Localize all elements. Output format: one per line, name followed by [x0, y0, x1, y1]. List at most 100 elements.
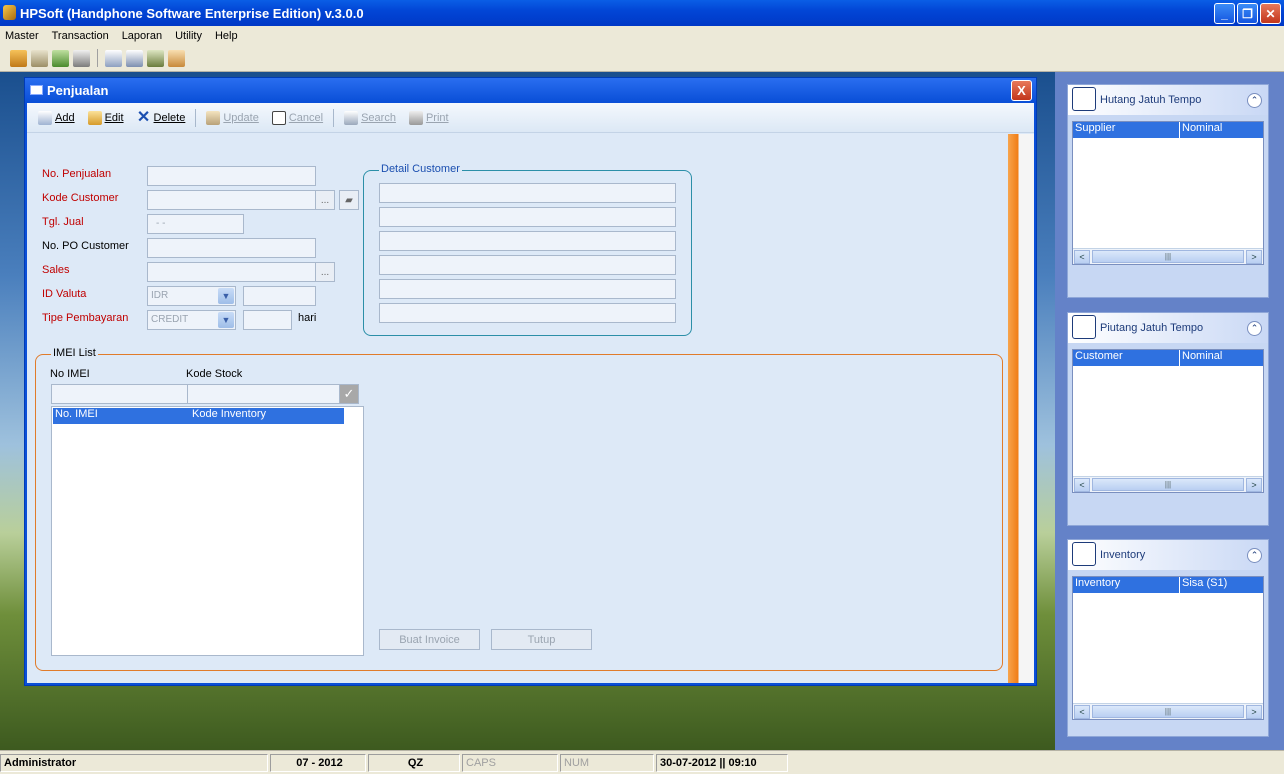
toolbar-separator — [195, 108, 197, 127]
print-button[interactable]: Print — [404, 107, 454, 129]
tipe-pembayaran-select[interactable]: CREDIT ▼ — [147, 310, 236, 330]
detail-customer-line-3[interactable] — [379, 231, 676, 251]
picture-icon[interactable] — [52, 49, 69, 67]
hand-icon[interactable] — [10, 49, 27, 67]
imei-grid[interactable]: No. IMEI Kode Inventory — [51, 406, 364, 656]
no-imei-input[interactable] — [51, 384, 188, 404]
col-nominal[interactable]: Nominal — [1180, 350, 1263, 366]
col-nominal[interactable]: Nominal — [1180, 122, 1263, 138]
id-valuta-label: ID Valuta — [42, 288, 87, 300]
scroll-thumb[interactable]: ||| — [1092, 478, 1244, 491]
kode-customer-input[interactable] — [147, 190, 316, 210]
search-button[interactable]: Search — [339, 107, 401, 129]
hutang-list[interactable]: Supplier Nominal < ||| > — [1072, 121, 1264, 265]
horizontal-scrollbar[interactable]: < ||| > — [1073, 703, 1263, 719]
scroll-thumb[interactable]: ||| — [1092, 250, 1244, 263]
no-imei-label: No IMEI — [50, 368, 90, 380]
detail-customer-line-6[interactable] — [379, 303, 676, 323]
minimize-button[interactable]: _ — [1214, 3, 1235, 24]
customer-folder-icon[interactable]: ▰ — [339, 190, 359, 210]
scroll-right-icon[interactable]: > — [1246, 250, 1262, 264]
kurs-input[interactable] — [243, 286, 316, 306]
scroll-right-icon[interactable]: > — [1246, 705, 1262, 719]
scroll-right-icon[interactable]: > — [1246, 478, 1262, 492]
detail-customer-line-5[interactable] — [379, 279, 676, 299]
panel-header: Hutang Jatuh Tempo ⌃ — [1068, 85, 1268, 115]
sales-lookup-button[interactable]: ... — [315, 262, 335, 282]
hari-input[interactable] — [243, 310, 292, 330]
col-customer[interactable]: Customer — [1073, 350, 1180, 366]
hutang-jatuh-tempo-panel: Hutang Jatuh Tempo ⌃ Supplier Nominal < ||… — [1067, 84, 1269, 298]
status-caps: CAPS — [462, 753, 558, 772]
inventory-list[interactable]: Inventory Sisa (S1) < ||| > — [1072, 576, 1264, 720]
restore-button[interactable]: ❐ — [1237, 3, 1258, 24]
col-no-imei[interactable]: No. IMEI — [53, 408, 190, 424]
no-penjualan-input[interactable] — [147, 166, 316, 186]
sales-input[interactable] — [147, 262, 316, 282]
scroll-left-icon[interactable]: < — [1074, 250, 1090, 264]
detail-customer-line-2[interactable] — [379, 207, 676, 227]
buat-invoice-button[interactable]: Buat Invoice — [379, 629, 480, 650]
col-inventory[interactable]: Inventory — [1073, 577, 1180, 593]
menu-transaction[interactable]: Transaction — [52, 30, 116, 42]
col-sisa[interactable]: Sisa (S1) — [1180, 577, 1263, 593]
penjualan-window: Penjualan X Add Edit ✕ Delete Update Can… — [24, 77, 1037, 686]
close-app-button[interactable]: ✕ — [1260, 3, 1281, 24]
window-body: Add Edit ✕ Delete Update Cancel Search P… — [27, 103, 1034, 683]
status-datetime: 30-07-2012 || 09:10 — [656, 753, 788, 772]
collapse-icon[interactable]: ⌃ — [1247, 548, 1262, 563]
checkmark-icon[interactable]: ✓ — [339, 384, 359, 404]
phone-icon[interactable] — [73, 49, 90, 67]
menu-laporan[interactable]: Laporan — [122, 30, 169, 42]
imei-grid-header: No. IMEI Kode Inventory — [53, 408, 344, 424]
panel-title: Hutang Jatuh Tempo — [1100, 94, 1202, 106]
collapse-icon[interactable]: ⌃ — [1247, 93, 1262, 108]
horizontal-scrollbar[interactable]: < ||| > — [1073, 476, 1263, 492]
collapse-icon[interactable]: ⌃ — [1247, 321, 1262, 336]
toolbar-separator — [97, 49, 98, 67]
search-icon — [344, 110, 359, 125]
book-icon[interactable] — [126, 49, 143, 67]
piutang-list[interactable]: Customer Nominal < ||| > — [1072, 349, 1264, 493]
tutup-button[interactable]: Tutup — [491, 629, 592, 650]
chevron-down-icon[interactable]: ▼ — [218, 312, 234, 328]
main-toolbar — [0, 45, 1284, 72]
menu-master[interactable]: Master — [5, 30, 46, 42]
detail-customer-legend: Detail Customer — [379, 163, 462, 175]
scroll-left-icon[interactable]: < — [1074, 705, 1090, 719]
col-supplier[interactable]: Supplier — [1073, 122, 1180, 138]
chevron-down-icon[interactable]: ▼ — [218, 288, 234, 304]
tgl-jual-input[interactable]: - - — [147, 214, 244, 234]
kode-customer-lookup-button[interactable]: ... — [315, 190, 335, 210]
cancel-icon — [271, 110, 286, 125]
folder-icon — [87, 110, 102, 125]
detail-customer-line-1[interactable] — [379, 183, 676, 203]
window-titlebar: Penjualan X — [25, 78, 1036, 102]
scroll-left-icon[interactable]: < — [1074, 478, 1090, 492]
horizontal-scrollbar[interactable]: < ||| > — [1073, 248, 1263, 264]
cancel-button[interactable]: Cancel — [267, 107, 328, 129]
list-icon[interactable] — [105, 49, 122, 67]
kode-stock-input[interactable] — [187, 384, 340, 404]
menubar: Master Transaction Laporan Utility Help — [0, 26, 1284, 45]
scroll-thumb[interactable]: ||| — [1092, 705, 1244, 718]
panel-title: Inventory — [1100, 549, 1146, 561]
panel-icon — [1072, 315, 1096, 339]
close-window-button[interactable]: X — [1011, 80, 1032, 101]
delete-button[interactable]: ✕ Delete — [132, 107, 191, 129]
col-kode-inventory[interactable]: Kode Inventory — [190, 408, 266, 424]
panel-header: Piutang Jatuh Tempo ⌃ — [1068, 313, 1268, 343]
update-button[interactable]: Update — [201, 107, 263, 129]
tools-icon[interactable] — [147, 49, 164, 67]
edit-button[interactable]: Edit — [83, 107, 129, 129]
tipe-pembayaran-label: Tipe Pembayaran — [42, 312, 129, 324]
no-po-customer-input[interactable] — [147, 238, 316, 258]
menu-utility[interactable]: Utility — [175, 30, 209, 42]
id-valuta-select[interactable]: IDR ▼ — [147, 286, 236, 306]
menu-help[interactable]: Help — [215, 30, 245, 42]
package-icon[interactable] — [168, 49, 185, 67]
app-title: HPSoft (Handphone Software Enterprise Ed… — [20, 5, 364, 21]
add-button[interactable]: Add — [33, 107, 80, 129]
detail-customer-line-4[interactable] — [379, 255, 676, 275]
calculator-icon[interactable] — [31, 49, 48, 67]
